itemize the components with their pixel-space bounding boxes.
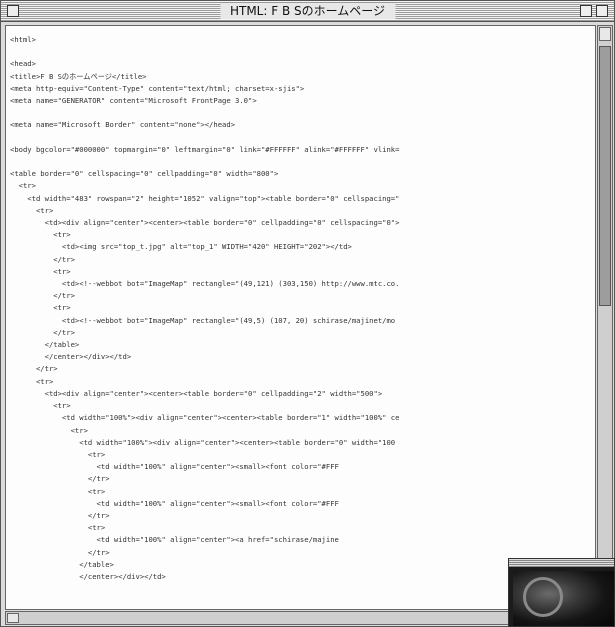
code-line: <td><!--webbot bot="ImageMap" rectangle=… <box>10 315 396 325</box>
code-line: </table> <box>10 340 80 350</box>
code-line: <td width="100%" align="center"><a href=… <box>10 535 339 545</box>
code-line: </tr> <box>10 547 110 557</box>
code-line: <tr> <box>10 449 106 459</box>
vertical-scrollbar[interactable] <box>597 25 613 610</box>
code-line: <html> <box>10 35 36 44</box>
code-line: </tr> <box>10 474 110 484</box>
code-line: <tr> <box>10 230 71 240</box>
close-box-icon[interactable] <box>7 5 19 17</box>
code-line: <tr> <box>10 303 71 313</box>
code-line: <tr> <box>10 266 71 276</box>
code-line: <td width="100%"><div align="center"><ce… <box>10 437 396 447</box>
zoom-box-icon[interactable] <box>580 5 592 17</box>
code-line: <tr> <box>10 486 106 496</box>
browser-preview-thumbnail[interactable] <box>508 558 615 627</box>
code-line: <tr> <box>10 425 88 435</box>
window-title: HTML: F B Sのホームページ <box>219 3 396 19</box>
code-line: </table> <box>10 559 114 569</box>
code-line: <tr> <box>10 401 71 411</box>
code-text: <html> <head> <title>F B Sのホームページ</title>… <box>6 26 595 591</box>
code-line: </tr> <box>10 291 75 301</box>
code-line: <head> <box>10 59 36 69</box>
code-line: <table border="0" cellspacing="0" cellpa… <box>10 169 279 179</box>
code-line: <title>F B Sのホームページ</title> <box>10 71 147 81</box>
preview-ring-graphic <box>523 577 563 617</box>
code-line: </tr> <box>10 364 58 374</box>
scroll-left-arrow-icon[interactable] <box>7 613 19 623</box>
scroll-up-arrow-icon[interactable] <box>599 27 611 41</box>
scroll-thumb[interactable] <box>599 46 611 306</box>
code-line: </tr> <box>10 510 110 520</box>
code-line: </center></div></td> <box>10 571 166 581</box>
preview-title-bar <box>509 559 614 567</box>
code-line: <meta http-equiv="Content-Type" content=… <box>10 83 305 93</box>
source-code-area[interactable]: <html> <head> <title>F B Sのホームページ</title>… <box>5 25 596 610</box>
code-line: <td><!--webbot bot="ImageMap" rectangle=… <box>10 279 400 289</box>
code-line: <td width="483" rowspan="2" height="1052… <box>10 193 400 203</box>
code-line: <meta name="GENERATOR" content="Microsof… <box>10 96 257 106</box>
code-line: <tr> <box>10 523 106 533</box>
code-line: <tr> <box>10 376 54 386</box>
code-line: <td><div align="center"><center><table b… <box>10 218 400 228</box>
code-line: <tr> <box>10 205 54 215</box>
title-bar[interactable]: HTML: F B Sのホームページ <box>1 1 614 22</box>
code-line: </tr> <box>10 254 75 264</box>
code-line: <td width="100%" align="center"><small><… <box>10 498 339 508</box>
code-line: <meta name="Microsoft Border" content="n… <box>10 120 236 130</box>
code-line: <td><div align="center"><center><table b… <box>10 388 383 398</box>
code-line: </center></div></td> <box>10 352 132 362</box>
code-line: <td><img src="top_t.jpg" alt="top_1" WID… <box>10 242 352 252</box>
code-line: <td width="100%"><div align="center"><ce… <box>10 413 400 423</box>
code-line: </tr> <box>10 327 75 337</box>
html-editor-window: HTML: F B Sのホームページ <html> <head> <title>F… <box>0 0 615 627</box>
code-line: <tr> <box>10 181 36 191</box>
code-line: <body bgcolor="#000000" topmargin="0" le… <box>10 144 400 154</box>
collapse-box-icon[interactable] <box>596 5 608 17</box>
code-line: <td width="100%" align="center"><small><… <box>10 462 339 472</box>
